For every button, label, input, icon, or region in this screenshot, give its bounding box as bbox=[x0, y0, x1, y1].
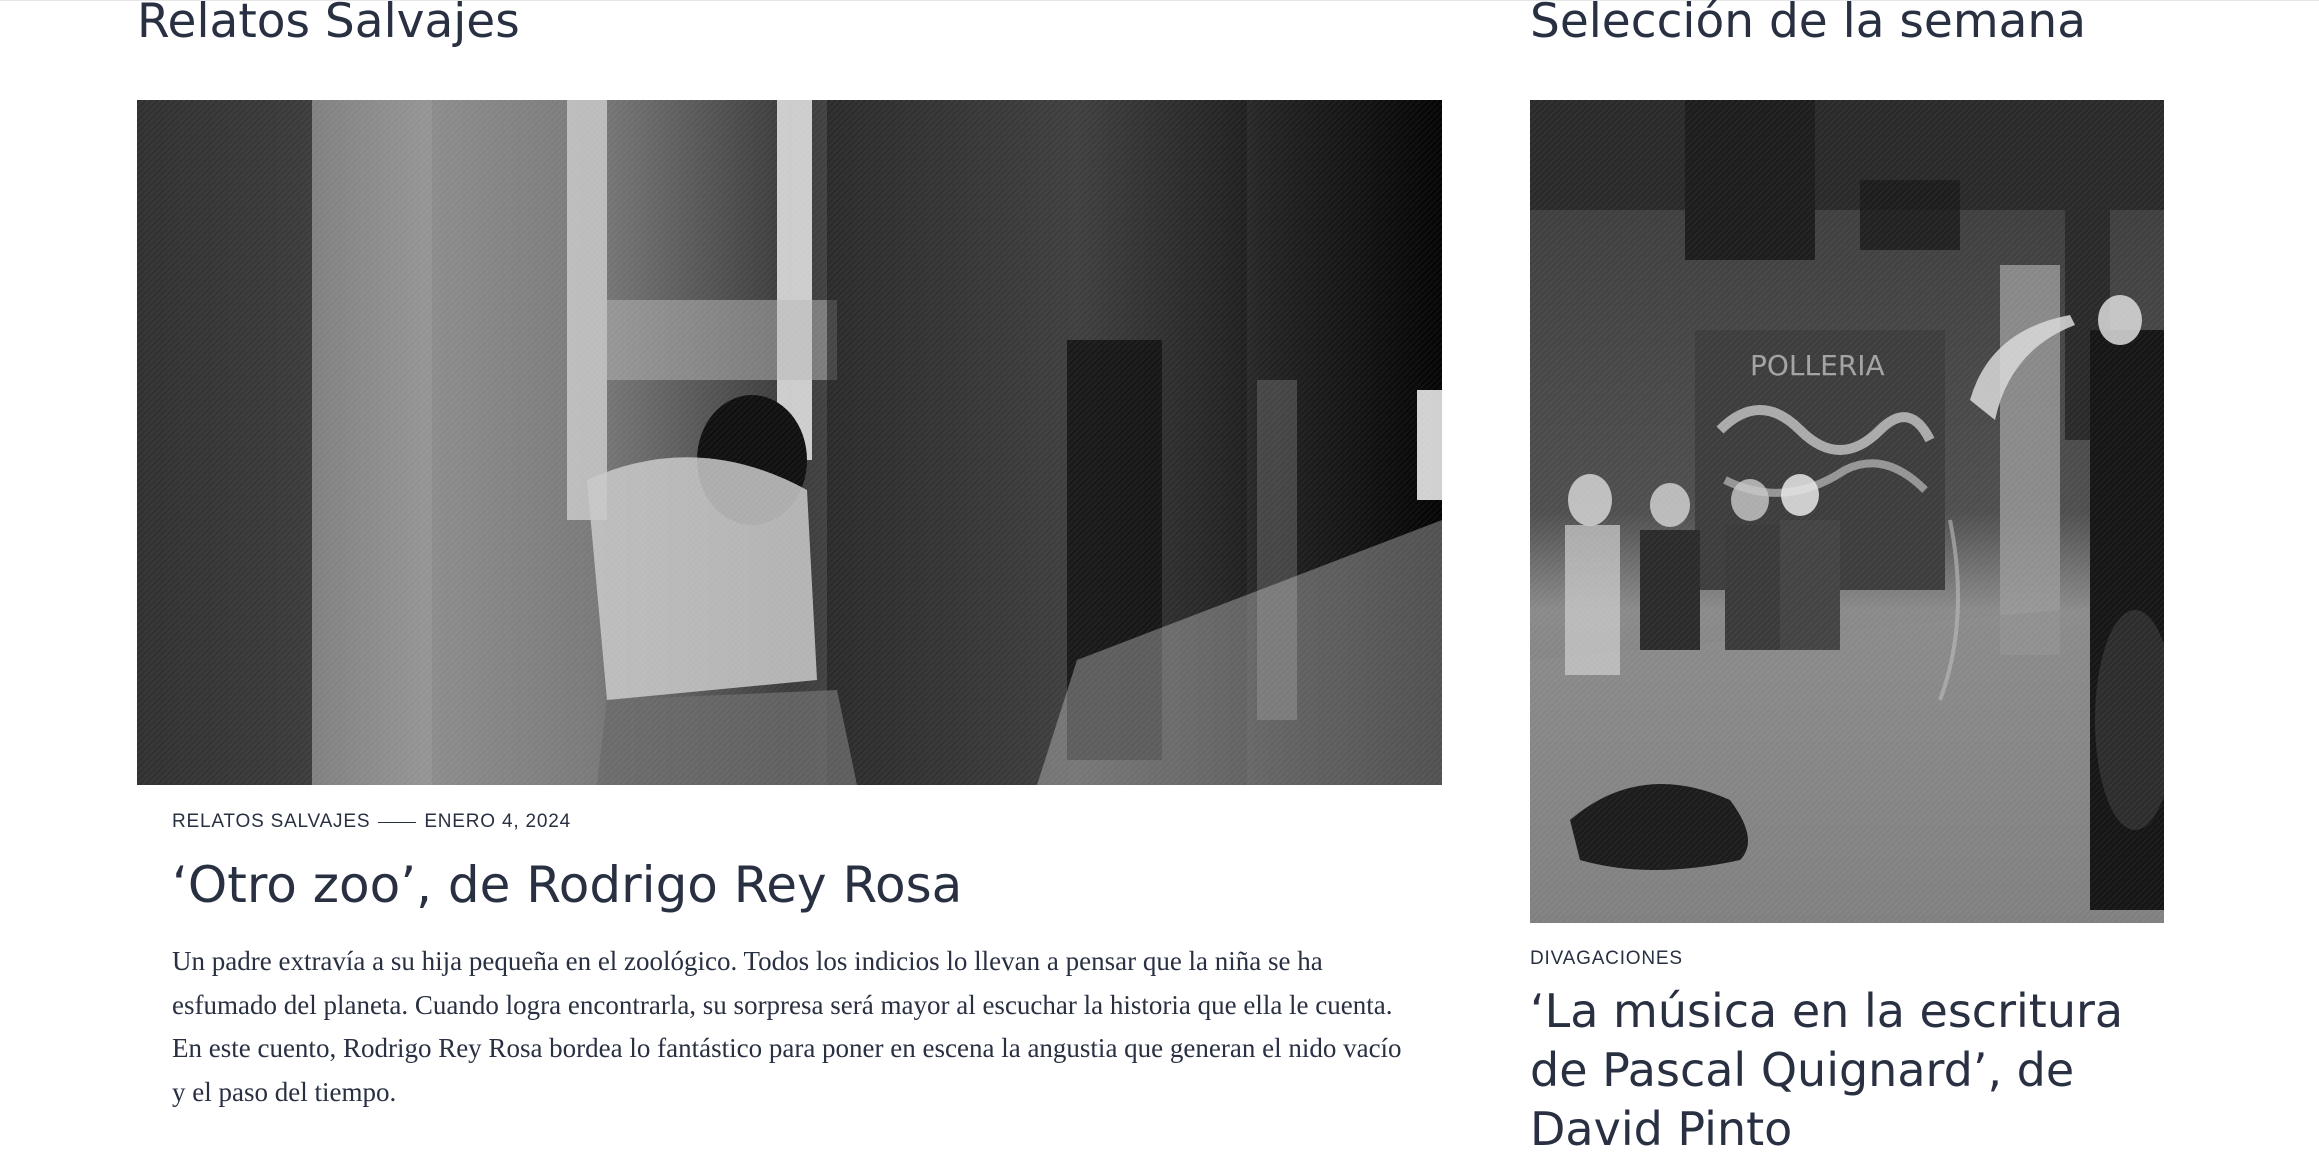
feature-article-headline[interactable]: ‘Otro zoo’, de Rodrigo Rey Rosa bbox=[172, 853, 962, 917]
section-title-seleccion-semana: Selección de la semana bbox=[1530, 0, 2087, 49]
meta-dash-divider bbox=[378, 821, 417, 823]
section-title-relatos-salvajes[interactable]: Relatos Salvajes bbox=[137, 0, 520, 48]
feature-article-image[interactable] bbox=[137, 100, 1442, 785]
feature-article-date: ENERO 4, 2024 bbox=[424, 811, 571, 832]
side-article-image[interactable]: POLLERIA bbox=[1530, 100, 2164, 923]
side-article-headline[interactable]: ‘La música en la escritura de Pascal Qui… bbox=[1530, 982, 2170, 1159]
feature-article-meta: RELATOS SALVAJES ENERO 4, 2024 bbox=[172, 811, 571, 833]
feature-article-excerpt: Un padre extravía a su hija pequeña en e… bbox=[172, 946, 1402, 1107]
side-article-category[interactable]: DIVAGACIONES bbox=[1530, 948, 1683, 970]
side-article-meta: DIVAGACIONES bbox=[1530, 948, 1683, 970]
feature-article-category[interactable]: RELATOS SALVAJES bbox=[172, 811, 370, 833]
